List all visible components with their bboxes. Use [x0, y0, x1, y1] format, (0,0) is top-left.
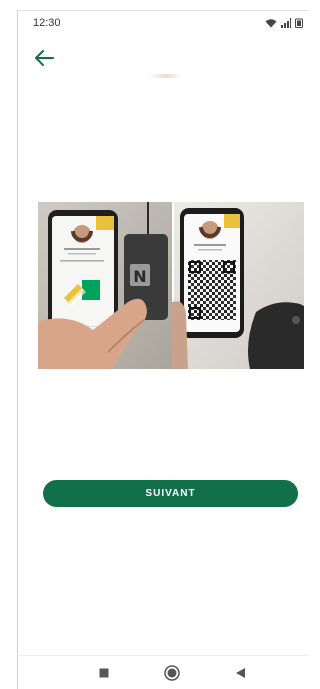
illustration-nfc-qr: N	[38, 202, 304, 369]
triangle-back-icon[interactable]	[232, 665, 248, 681]
signal-icon	[281, 18, 291, 28]
back-button[interactable]	[32, 48, 56, 72]
wifi-icon	[265, 18, 277, 28]
circle-home-icon[interactable]	[164, 665, 180, 681]
arrow-left-icon	[34, 49, 54, 72]
header-logo-mark	[148, 74, 184, 78]
nfc-symbol: N	[133, 267, 146, 286]
status-icons	[265, 18, 303, 28]
battery-icon	[295, 18, 303, 28]
status-time: 12:30	[33, 17, 61, 29]
system-nav-bar	[17, 655, 309, 689]
next-button[interactable]: SUIVANT	[43, 480, 298, 507]
square-recents-icon[interactable]	[96, 665, 112, 681]
status-bar: 12:30	[17, 10, 309, 36]
illustration-image: N	[38, 202, 304, 369]
